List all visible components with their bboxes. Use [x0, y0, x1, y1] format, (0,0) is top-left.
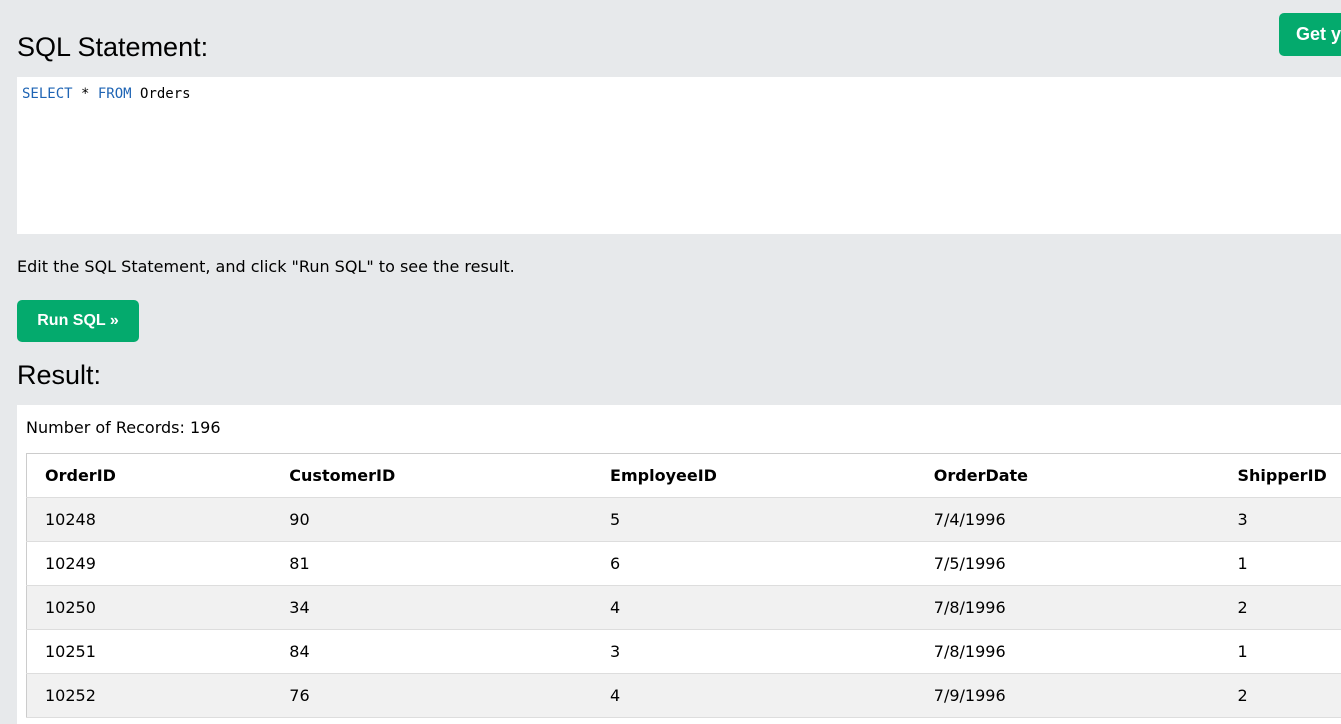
cell-customerid: 76 — [271, 673, 593, 718]
cell-shipperid: 3 — [1219, 497, 1341, 542]
table-row: 10249 81 6 7/5/1996 1 — [26, 541, 1341, 586]
cell-shipperid: 1 — [1219, 541, 1341, 586]
cell-orderid: 10250 — [26, 585, 272, 630]
column-header-orderdate: OrderDate — [915, 453, 1220, 498]
table-row: 10252 76 4 7/9/1996 2 — [26, 673, 1341, 718]
sql-statement-heading: SQL Statement: — [17, 32, 209, 62]
cell-employeeid: 4 — [592, 673, 916, 718]
result-table: OrderID CustomerID EmployeeID OrderDate … — [26, 453, 1341, 718]
cell-employeeid: 4 — [592, 585, 916, 630]
sql-keyword-from: FROM — [97, 86, 132, 102]
cell-orderid: 10251 — [26, 629, 272, 674]
get-your-own-button[interactable]: Get y — [1279, 13, 1341, 56]
column-header-orderid: OrderID — [26, 453, 272, 498]
cell-shipperid: 2 — [1219, 673, 1341, 718]
table-header-row: OrderID CustomerID EmployeeID OrderDate … — [26, 453, 1341, 498]
instruction-text: Edit the SQL Statement, and click "Run S… — [17, 257, 515, 276]
cell-employeeid: 6 — [592, 541, 916, 586]
cell-orderid: 10248 — [26, 497, 272, 542]
cell-orderdate: 7/8/1996 — [915, 585, 1220, 630]
column-header-customerid: CustomerID — [271, 453, 593, 498]
cell-customerid: 81 — [271, 541, 593, 586]
records-count: Number of Records: 196 — [26, 418, 221, 437]
sql-editor[interactable]: SELECT * FROM Orders — [17, 77, 1341, 234]
cell-orderdate: 7/9/1996 — [915, 673, 1220, 718]
column-header-employeeid: EmployeeID — [592, 453, 916, 498]
sql-tryit-page: SQL Statement: Get y SELECT * FROM Order… — [0, 0, 1341, 724]
cell-customerid: 84 — [271, 629, 593, 674]
sql-token-star: * — [72, 86, 98, 102]
cell-orderdate: 7/5/1996 — [915, 541, 1220, 586]
cell-customerid: 34 — [271, 585, 593, 630]
run-sql-button[interactable]: Run SQL » — [17, 300, 139, 342]
cell-orderdate: 7/4/1996 — [915, 497, 1220, 542]
cell-shipperid: 1 — [1219, 629, 1341, 674]
table-row: 10251 84 3 7/8/1996 1 — [26, 629, 1341, 674]
column-header-shipperid: ShipperID — [1219, 453, 1341, 498]
sql-keyword-select: SELECT — [22, 86, 73, 102]
cell-orderid: 10249 — [26, 541, 272, 586]
table-row: 10248 90 5 7/4/1996 3 — [26, 497, 1341, 542]
cell-orderdate: 7/8/1996 — [915, 629, 1220, 674]
cell-employeeid: 3 — [592, 629, 916, 674]
cell-shipperid: 2 — [1219, 585, 1341, 630]
result-panel: Number of Records: 196 OrderID CustomerI… — [17, 405, 1341, 724]
cell-employeeid: 5 — [592, 497, 916, 542]
sql-token-table: Orders — [131, 86, 191, 102]
cell-orderid: 10252 — [26, 673, 272, 718]
result-heading: Result: — [17, 360, 102, 390]
cell-customerid: 90 — [271, 497, 593, 542]
table-row: 10250 34 4 7/8/1996 2 — [26, 585, 1341, 630]
